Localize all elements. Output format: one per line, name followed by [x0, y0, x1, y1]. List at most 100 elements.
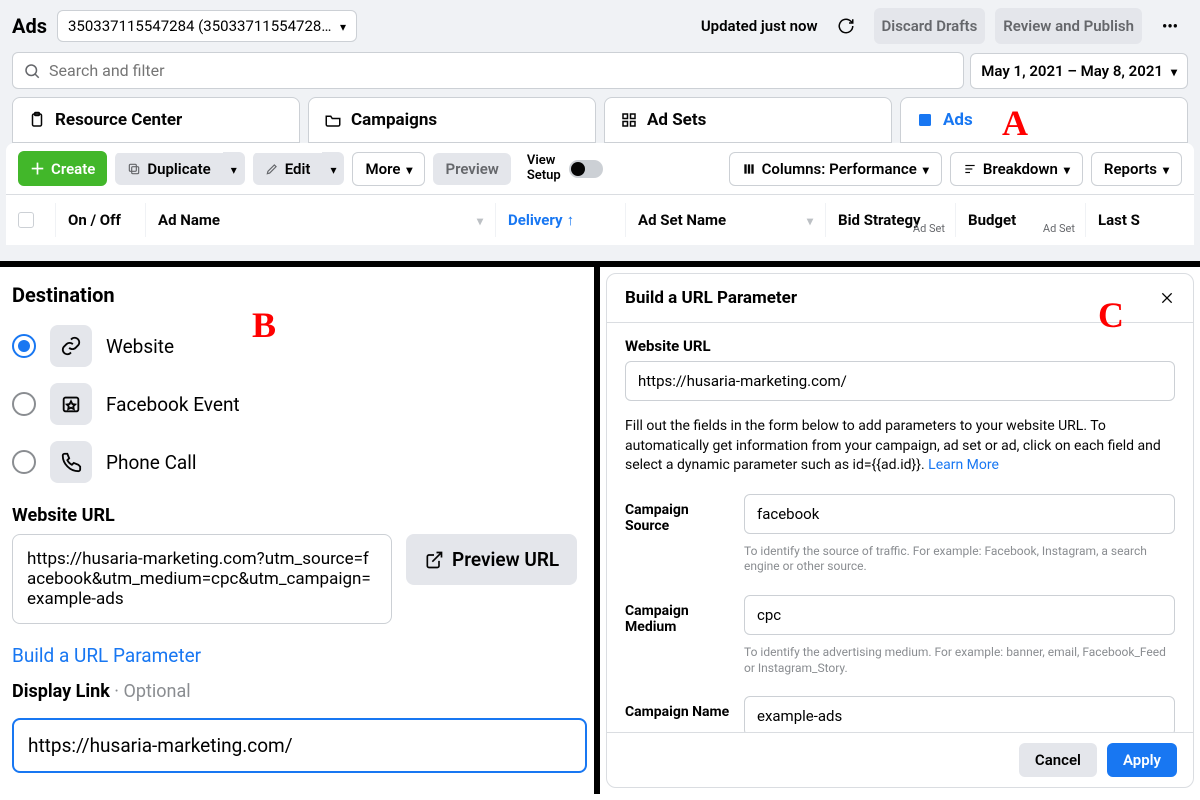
- view-setup-label: View Setup: [527, 154, 561, 183]
- annotation-marker-c: C: [1098, 294, 1124, 336]
- campaign-medium-label: Campaign Medium: [625, 595, 730, 635]
- btn-label: More: [365, 160, 400, 178]
- tab-ads[interactable]: Ads: [900, 97, 1188, 143]
- refresh-button[interactable]: [828, 8, 864, 44]
- account-label: 350337115547284 (35033711554728…: [68, 17, 331, 35]
- option-label: Website: [106, 335, 174, 358]
- tab-label: Campaigns: [351, 110, 437, 130]
- destination-heading: Destination: [12, 283, 582, 307]
- updated-status: Updated just now: [701, 17, 818, 35]
- campaign-name-label: Campaign Name: [625, 696, 730, 732]
- edit-dropdown[interactable]: [322, 152, 344, 185]
- apply-button[interactable]: Apply: [1107, 743, 1177, 777]
- radio-unselected[interactable]: [12, 392, 36, 416]
- col-adset[interactable]: Ad Set Name: [626, 203, 826, 237]
- date-range-picker[interactable]: May 1, 2021 – May 8, 2021: [970, 53, 1188, 89]
- campaign-medium-input[interactable]: [744, 595, 1175, 635]
- edit-button[interactable]: Edit: [253, 153, 323, 185]
- reports-button[interactable]: Reports: [1091, 152, 1182, 186]
- dots-icon: •••: [1162, 17, 1178, 35]
- chevron-down-icon: [807, 211, 813, 229]
- optional-text: · Optional: [110, 681, 191, 702]
- chevron-down-icon: [340, 17, 346, 35]
- discard-button[interactable]: Discard Drafts: [874, 8, 986, 44]
- learn-more-link[interactable]: Learn More: [928, 457, 999, 473]
- tab-label: Ads: [943, 110, 973, 130]
- campaign-name-input[interactable]: [744, 696, 1175, 732]
- refresh-icon: [837, 17, 855, 35]
- link-icon: [50, 325, 92, 367]
- account-select[interactable]: 350337115547284 (35033711554728…: [57, 10, 357, 42]
- modal-help-text: Fill out the fields in the form below to…: [625, 417, 1175, 476]
- col-label: Bid Strategy: [838, 211, 921, 229]
- preview-button[interactable]: Preview: [433, 153, 510, 185]
- campaign-source-hint: To identify the source of traffic. For e…: [744, 544, 1175, 575]
- select-all-checkbox[interactable]: [18, 212, 34, 228]
- btn-label: Breakdown: [983, 160, 1058, 178]
- breakdown-button[interactable]: Breakdown: [950, 152, 1083, 186]
- view-setup-toggle[interactable]: [569, 160, 603, 178]
- duplicate-dropdown[interactable]: [223, 152, 245, 185]
- close-button[interactable]: [1159, 290, 1175, 306]
- modal-url-input[interactable]: [625, 361, 1175, 401]
- tab-resource-center[interactable]: Resource Center: [12, 97, 300, 143]
- destination-website-option[interactable]: Website: [12, 317, 582, 375]
- table-header: On / Off Ad Name Delivery ↑ Ad Set Name …: [6, 194, 1194, 245]
- breakdown-icon: [963, 162, 977, 176]
- chevron-down-icon: [1064, 160, 1070, 178]
- tab-label: Ad Sets: [647, 110, 706, 130]
- build-url-link[interactable]: Build a URL Parameter: [12, 644, 201, 667]
- col-label: Delivery: [508, 211, 563, 229]
- col-last[interactable]: Last S: [1086, 203, 1194, 237]
- search-filter-input[interactable]: [12, 52, 964, 89]
- modal-title: Build a URL Parameter: [625, 288, 797, 308]
- col-bid[interactable]: Bid Strategy Ad Set: [826, 203, 956, 237]
- review-publish-button[interactable]: Review and Publish: [995, 8, 1142, 44]
- tab-adsets[interactable]: Ad Sets: [604, 97, 892, 143]
- website-url-value[interactable]: https://husaria-marketing.com?utm_source…: [12, 534, 392, 624]
- radio-selected[interactable]: [12, 334, 36, 358]
- label-text: Display Link: [12, 681, 110, 702]
- help-text: Fill out the fields in the form below to…: [625, 418, 1161, 473]
- chevron-down-icon: [1171, 62, 1177, 80]
- page-title: Ads: [12, 14, 47, 38]
- modal-url-label: Website URL: [625, 337, 1175, 355]
- col-budget[interactable]: Budget Ad Set: [956, 203, 1086, 237]
- duplicate-button[interactable]: Duplicate: [115, 153, 222, 185]
- chevron-down-icon: [477, 211, 483, 229]
- more-button[interactable]: More: [352, 152, 425, 186]
- destination-phone-option[interactable]: Phone Call: [12, 433, 582, 491]
- date-range-label: May 1, 2021 – May 8, 2021: [981, 62, 1163, 80]
- btn-label: Reports: [1104, 160, 1157, 178]
- annotation-marker-b: B: [252, 304, 276, 346]
- col-adname[interactable]: Ad Name: [146, 203, 496, 237]
- col-delivery[interactable]: Delivery ↑: [496, 203, 626, 237]
- btn-label: Columns: Performance: [762, 160, 917, 178]
- arrow-up-icon: ↑: [567, 211, 575, 229]
- star-icon: [50, 383, 92, 425]
- ad-icon: [915, 110, 935, 130]
- phone-icon: [50, 441, 92, 483]
- columns-button[interactable]: Columns: Performance: [729, 152, 942, 186]
- destination-fbevent-option[interactable]: Facebook Event: [12, 375, 582, 433]
- btn-label: Preview URL: [452, 548, 559, 571]
- btn-label: Edit: [285, 160, 311, 178]
- preview-url-button[interactable]: Preview URL: [406, 534, 577, 585]
- campaign-source-input[interactable]: [744, 494, 1175, 534]
- clipboard-icon: [27, 110, 47, 130]
- search-field[interactable]: [49, 61, 953, 80]
- tab-campaigns[interactable]: Campaigns: [308, 97, 596, 143]
- external-link-icon: [424, 550, 444, 570]
- chevron-down-icon: [406, 160, 412, 178]
- radio-unselected[interactable]: [12, 450, 36, 474]
- option-label: Phone Call: [106, 451, 197, 474]
- option-label: Facebook Event: [106, 393, 240, 416]
- col-onoff[interactable]: On / Off: [56, 203, 146, 237]
- display-link-label: Display Link · Optional: [12, 681, 582, 702]
- btn-label: Create: [51, 160, 95, 178]
- display-link-input[interactable]: [12, 718, 587, 773]
- create-button[interactable]: ＋ Create: [18, 151, 107, 186]
- cancel-button[interactable]: Cancel: [1019, 743, 1097, 777]
- more-menu-button[interactable]: •••: [1152, 8, 1188, 44]
- col-label: Ad Set Name: [638, 211, 726, 229]
